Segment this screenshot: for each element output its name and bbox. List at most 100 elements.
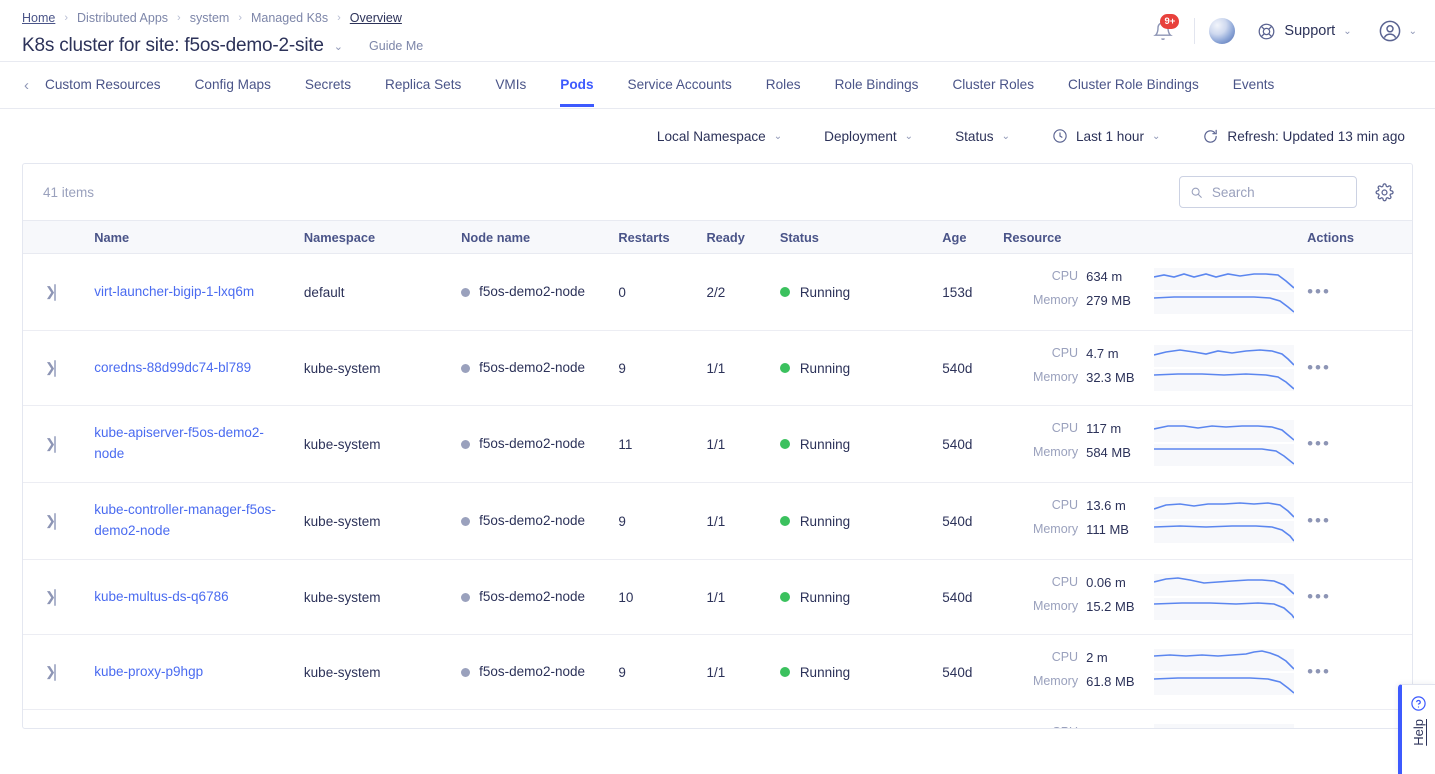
node-status-dot	[461, 668, 470, 677]
breadcrumb-item-managed-k8s[interactable]: Managed K8s	[251, 11, 328, 25]
tab-roles[interactable]: Roles	[766, 77, 801, 107]
row-checkbox[interactable]	[54, 436, 56, 453]
cell-actions	[1307, 710, 1412, 730]
breadcrumb-item-home[interactable]: Home	[22, 11, 55, 25]
row-expander-cell: ❯	[23, 406, 54, 483]
pod-name-link[interactable]: coredns-88d99dc74-bl789	[94, 360, 251, 375]
tab-service-accounts[interactable]: Service Accounts	[628, 77, 732, 107]
cell-name: coredns-88d99dc74-bl789	[94, 331, 304, 406]
row-checkbox-cell	[54, 710, 94, 730]
row-expander-cell: ❯	[23, 483, 54, 560]
status-dot	[780, 439, 790, 449]
cell-resource: CPU2 mMemory61.8 MB	[1003, 635, 1307, 710]
filter-deployment[interactable]: Deployment ⌄	[824, 129, 913, 144]
breadcrumb-item-overview[interactable]: Overview	[350, 11, 402, 25]
pod-name-link[interactable]: kube-apiserver-f5os-demo2-node	[94, 425, 264, 461]
more-actions-icon[interactable]: •••	[1307, 511, 1331, 530]
pod-name-link[interactable]: virt-launcher-bigip-1-lxq6m	[94, 284, 254, 299]
more-actions-icon[interactable]: •••	[1307, 662, 1331, 681]
table-row[interactable]: ❯ kube-controller-manager-f5os-demo2-node…	[23, 483, 1412, 560]
row-expander-cell: ❯	[23, 331, 54, 406]
row-checkbox[interactable]	[54, 513, 56, 530]
gear-icon[interactable]	[1375, 183, 1394, 202]
refresh-status[interactable]: Refresh: Updated 13 min ago	[1202, 128, 1405, 145]
tab-events[interactable]: Events	[1233, 77, 1275, 107]
breadcrumb-item-distributed-apps[interactable]: Distributed Apps	[77, 11, 168, 25]
col-checkbox	[54, 221, 94, 254]
table-row[interactable]: ❯kube-multus-ds-q6786kube-systemf5os-dem…	[23, 560, 1412, 635]
memory-value: 279 MB	[1086, 292, 1148, 311]
tab-cluster-roles[interactable]: Cluster Roles	[952, 77, 1034, 107]
row-checkbox[interactable]	[54, 284, 56, 301]
search-box[interactable]	[1179, 176, 1357, 208]
row-checkbox[interactable]	[54, 589, 56, 606]
row-checkbox[interactable]	[54, 360, 56, 377]
cell-namespace: kube-system	[304, 560, 461, 635]
tab-secrets[interactable]: Secrets	[305, 77, 351, 107]
tab-vmis[interactable]: VMIs	[495, 77, 526, 107]
row-expander-cell: ❯	[23, 710, 54, 730]
cell-name: kube-multus-ds-q6786	[94, 560, 304, 635]
cpu-value: 4.7 m	[1086, 345, 1148, 364]
help-widget[interactable]: Help	[1398, 684, 1435, 774]
col-node-name[interactable]: Node name	[461, 221, 618, 254]
pod-name-link[interactable]: kube-proxy-p9hgp	[94, 664, 203, 679]
tab-replica-sets[interactable]: Replica Sets	[385, 77, 461, 107]
memory-label: Memory	[1033, 598, 1078, 613]
chevron-left-icon[interactable]: ‹	[24, 77, 29, 94]
col-status[interactable]: Status	[780, 221, 942, 254]
cell-resource: CPU0.06 mMemory15.2 MB	[1003, 560, 1307, 635]
more-actions-icon[interactable]: •••	[1307, 587, 1331, 606]
tab-cluster-role-bindings[interactable]: Cluster Role Bindings	[1068, 77, 1199, 107]
globe-logo[interactable]	[1209, 18, 1235, 44]
more-actions-icon[interactable]: •••	[1307, 358, 1331, 377]
more-actions-icon[interactable]: •••	[1307, 434, 1331, 453]
filter-time-range[interactable]: Last 1 hour ⌄	[1052, 128, 1160, 144]
tab-custom-resources[interactable]: Custom Resources	[45, 77, 161, 107]
support-button[interactable]: Support ⌄	[1257, 22, 1351, 41]
row-checkbox[interactable]	[54, 664, 56, 681]
chevron-down-icon: ⌄	[1343, 26, 1351, 37]
filter-label: Status	[955, 129, 994, 144]
node-name-label: f5os-demo2-node	[479, 662, 585, 683]
cell-resource: CPU13.6 mMemory111 MB	[1003, 483, 1307, 560]
status-dot	[780, 363, 790, 373]
table-row[interactable]: ❯kube-apiserver-f5os-demo2-nodekube-syst…	[23, 406, 1412, 483]
cell-actions: •••	[1307, 331, 1412, 406]
col-ready[interactable]: Ready	[706, 221, 779, 254]
table-row[interactable]: ❯kube-scheduler-f5os-demo2-nodekube-syst…	[23, 710, 1412, 730]
node-name-label: f5os-demo2-node	[479, 511, 585, 532]
col-resource[interactable]: Resource	[1003, 221, 1307, 254]
guide-me-link[interactable]: Guide Me	[369, 39, 423, 53]
cell-name: kube-proxy-p9hgp	[94, 635, 304, 710]
status-label: Running	[800, 437, 850, 452]
pod-name-link[interactable]: kube-multus-ds-q6786	[94, 589, 228, 604]
cell-status	[780, 710, 942, 730]
pod-name-link[interactable]: kube-controller-manager-f5os-demo2-node	[94, 502, 276, 538]
table-row[interactable]: ❯virt-launcher-bigip-1-lxq6mdefaultf5os-…	[23, 254, 1412, 331]
col-name[interactable]: Name	[94, 221, 304, 254]
tab-role-bindings[interactable]: Role Bindings	[835, 77, 919, 107]
more-actions-icon[interactable]: •••	[1307, 282, 1331, 301]
breadcrumb-item-system[interactable]: system	[190, 11, 230, 25]
status-label: Running	[800, 590, 850, 605]
filter-local-namespace[interactable]: Local Namespace ⌄	[657, 129, 782, 144]
memory-sparkline	[1154, 444, 1294, 466]
table-row[interactable]: ❯coredns-88d99dc74-bl789kube-systemf5os-…	[23, 331, 1412, 406]
cpu-sparkline	[1154, 724, 1294, 729]
col-restarts[interactable]: Restarts	[618, 221, 706, 254]
notification-badge: 9+	[1160, 14, 1179, 29]
cell-name: kube-apiserver-f5os-demo2-node	[94, 406, 304, 483]
user-menu-button[interactable]: ⌄	[1378, 19, 1417, 43]
table-row[interactable]: ❯kube-proxy-p9hgpkube-systemf5os-demo2-n…	[23, 635, 1412, 710]
col-namespace[interactable]: Namespace	[304, 221, 461, 254]
col-age[interactable]: Age	[942, 221, 1003, 254]
filter-status[interactable]: Status ⌄	[955, 129, 1010, 144]
search-input[interactable]	[1212, 185, 1346, 200]
notifications-button[interactable]: 9+	[1146, 14, 1180, 48]
cpu-label: CPU	[1052, 724, 1078, 729]
tab-pods[interactable]: Pods	[560, 77, 593, 107]
resource-tabs: ‹ Custom Resources Config Maps Secrets R…	[0, 62, 1435, 109]
chevron-down-icon[interactable]: ⌄	[334, 40, 343, 53]
tab-config-maps[interactable]: Config Maps	[195, 77, 271, 107]
